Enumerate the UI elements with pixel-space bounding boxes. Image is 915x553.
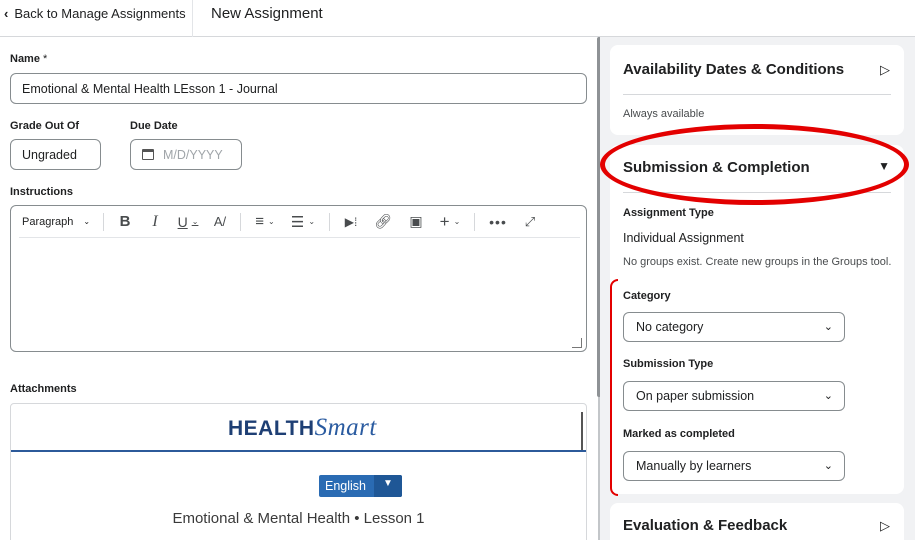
marked-completed-select[interactable]: Manually by learners ⌄	[623, 451, 845, 481]
chevron-down-icon: ⌄	[823, 321, 833, 333]
collapse-arrow-icon[interactable]: ▼	[878, 159, 890, 173]
toolbar-separator	[240, 212, 241, 231]
editor-toolbar: Paragraph ⌄ B I U ⌄ A/ ≡ ⌄ ☰ ⌄ ▶⁞ 🔗︎ ▣ + ⌄ •…	[19, 206, 580, 238]
lesson-title: Emotional & Mental Health • Lesson 1	[172, 510, 425, 527]
category-label: Category	[623, 290, 671, 302]
submission-type-label: Submission Type	[623, 358, 714, 370]
list-icon[interactable]: ☰ ⌄	[283, 208, 323, 236]
toolbar-separator	[329, 212, 330, 231]
toolbar-separator	[103, 212, 104, 231]
grade-out-of-label: Grade Out Of	[10, 120, 80, 132]
name-input[interactable]: Emotional & Mental Health LEsson 1 - Jou…	[10, 73, 587, 104]
page-title: New Assignment	[211, 5, 323, 22]
fullscreen-icon[interactable]: ⤢	[515, 208, 545, 236]
top-bar: ‹ Back to Manage Assignments New Assignm…	[0, 0, 915, 37]
chevron-left-icon: ‹	[4, 6, 9, 21]
chevron-down-icon: ⌄	[823, 390, 833, 402]
evaluation-feedback-card[interactable]: Evaluation & Feedback ▷	[610, 503, 904, 553]
toolbar-separator	[474, 212, 475, 231]
expand-arrow-icon[interactable]: ▷	[880, 62, 890, 78]
name-input-value: Emotional & Mental Health LEsson 1 - Jou…	[22, 81, 278, 96]
assignment-type-label: Assignment Type	[623, 207, 714, 219]
underline-icon[interactable]: U ⌄	[170, 208, 206, 236]
settings-panel: Availability Dates & Conditions ▷ Always…	[600, 37, 915, 553]
evaluation-title: Evaluation & Feedback	[623, 517, 788, 534]
submission-type-value: On paper submission	[636, 389, 755, 403]
availability-title: Availability Dates & Conditions	[623, 61, 845, 78]
instructions-label: Instructions	[10, 186, 73, 198]
expand-arrow-icon[interactable]: ▷	[880, 518, 890, 534]
language-label: English	[325, 479, 366, 493]
align-icon[interactable]: ≡ ⌄	[247, 208, 283, 236]
logo-rule	[11, 450, 586, 452]
chevron-down-icon: ⌄	[823, 460, 833, 472]
availability-card[interactable]: Availability Dates & Conditions ▷ Always…	[610, 45, 904, 135]
assignment-type-value: Individual Assignment	[623, 231, 744, 245]
grade-out-of-input[interactable]: Ungraded	[10, 139, 101, 170]
card-divider	[623, 94, 891, 95]
marked-completed-label: Marked as completed	[623, 428, 735, 440]
more-options-icon[interactable]: •••	[481, 208, 515, 236]
image-icon[interactable]: ▣	[400, 208, 432, 236]
language-dropdown[interactable]: English ▼	[319, 475, 402, 497]
text-style-icon[interactable]: A/	[206, 208, 234, 236]
dropdown-arrow-icon: ▼	[374, 475, 402, 497]
topbar-divider	[192, 0, 193, 37]
name-label: Name *	[10, 53, 48, 65]
availability-status: Always available	[623, 108, 705, 120]
link-icon[interactable]: 🔗︎	[366, 208, 400, 236]
paragraph-format-dropdown[interactable]: Paragraph ⌄	[19, 208, 97, 236]
grade-value: Ungraded	[22, 147, 77, 162]
submission-title[interactable]: Submission & Completion	[623, 159, 810, 176]
submission-type-select[interactable]: On paper submission ⌄	[623, 381, 845, 411]
resize-handle-icon[interactable]	[572, 338, 582, 348]
category-value: No category	[636, 320, 704, 334]
calendar-icon	[142, 149, 154, 160]
due-date-input[interactable]: M/D/YYYY	[130, 139, 242, 170]
instructions-editor[interactable]: Paragraph ⌄ B I U ⌄ A/ ≡ ⌄ ☰ ⌄ ▶⁞ 🔗︎ ▣ + ⌄ •…	[10, 205, 587, 352]
paragraph-label: Paragraph	[22, 215, 74, 228]
chevron-down-icon: ⌄	[268, 217, 275, 226]
category-select[interactable]: No category ⌄	[623, 312, 845, 342]
chevron-down-icon: ⌄	[453, 217, 461, 226]
due-date-label: Due Date	[130, 120, 178, 132]
back-to-manage-assignments-link[interactable]: ‹ Back to Manage Assignments	[4, 6, 186, 21]
attachment-preview: HEALTHSmart English ▼ Emotional & Mental…	[10, 403, 587, 540]
healthsmart-logo: HEALTHSmart	[228, 414, 377, 441]
groups-note: No groups exist. Create new groups in th…	[623, 256, 892, 268]
submission-completion-card: Submission & Completion ▼ Assignment Typ…	[610, 145, 904, 494]
preview-divider	[581, 412, 583, 450]
chevron-down-icon: ⌄	[308, 217, 316, 226]
assignment-form: Name * Emotional & Mental Health LEsson …	[0, 37, 598, 540]
bold-icon[interactable]: B	[110, 208, 140, 236]
add-icon[interactable]: + ⌄	[432, 208, 468, 236]
chevron-down-icon: ⌄	[83, 217, 91, 226]
italic-icon[interactable]: I	[140, 208, 170, 236]
marked-completed-value: Manually by learners	[636, 459, 752, 473]
card-divider	[623, 192, 891, 193]
chevron-down-icon: ⌄	[191, 217, 199, 226]
insert-media-icon[interactable]: ▶⁞	[336, 208, 366, 236]
due-date-placeholder: M/D/YYYY	[163, 147, 223, 162]
attachments-label: Attachments	[10, 383, 77, 395]
back-link-label: Back to Manage Assignments	[14, 6, 186, 21]
